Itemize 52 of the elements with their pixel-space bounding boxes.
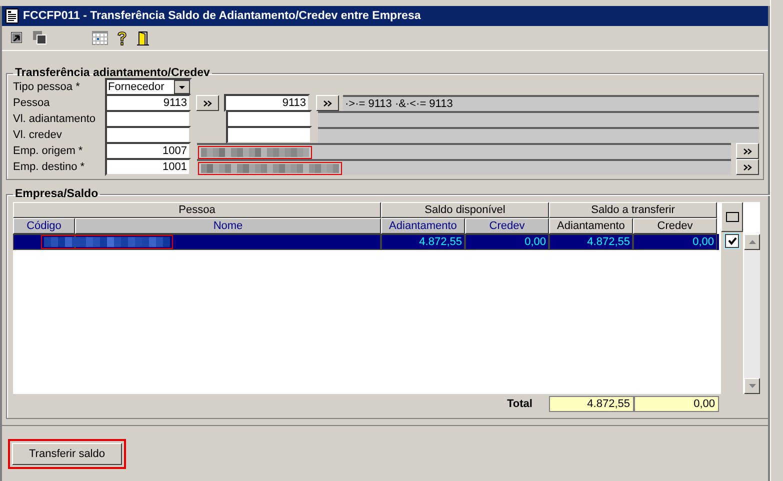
column-header[interactable]: Adiantamento bbox=[381, 218, 465, 234]
column-header[interactable]: Adiantamento bbox=[549, 218, 633, 234]
table-cell bbox=[13, 234, 75, 250]
down-arrow-icon bbox=[748, 384, 756, 388]
group-title: Transferência adiantamento/Credev bbox=[14, 67, 211, 79]
double-chevron-icon bbox=[203, 100, 212, 106]
dropdown-icon bbox=[174, 80, 190, 94]
lookup-button[interactable] bbox=[736, 159, 759, 175]
scroll-up-button[interactable] bbox=[744, 234, 760, 250]
up-arrow-icon bbox=[748, 240, 756, 244]
column-group-header: Pessoa bbox=[13, 202, 381, 218]
input-field[interactable]: 1001 bbox=[105, 158, 191, 176]
lookup-button[interactable] bbox=[316, 95, 339, 111]
input-field[interactable] bbox=[226, 126, 312, 144]
window-title: FCCFP011 - Transferência Saldo de Adiantamento/Credev entre Empresa bbox=[23, 10, 421, 22]
document-icon bbox=[5, 8, 19, 24]
group-title: Empresa/Saldo bbox=[14, 188, 100, 200]
column-header[interactable]: Credev bbox=[633, 218, 717, 234]
field-label: Pessoa bbox=[13, 97, 51, 109]
table-cell: 4.872,55 bbox=[381, 234, 465, 250]
transfer-button[interactable]: Transferir saldo bbox=[12, 442, 122, 464]
column-header[interactable]: Nome bbox=[75, 218, 381, 234]
field-label: Tipo pessoa * bbox=[13, 81, 81, 93]
column-header[interactable]: Código bbox=[13, 218, 75, 234]
column-group-header: Saldo disponível bbox=[381, 202, 549, 218]
lookup-button[interactable] bbox=[736, 143, 759, 159]
table-cell: 0,00 bbox=[633, 234, 717, 250]
lookup-button[interactable] bbox=[196, 95, 219, 111]
double-chevron-icon bbox=[743, 164, 752, 170]
table-cell: 0,00 bbox=[465, 234, 549, 250]
double-chevron-icon bbox=[323, 100, 332, 106]
field-label: Emp. origem * bbox=[13, 145, 84, 157]
total-label: Total bbox=[507, 398, 534, 410]
field-label: Vl. credev bbox=[13, 129, 63, 141]
table-cell: 4.872,55 bbox=[549, 234, 633, 250]
total-field: 0,00 bbox=[634, 396, 719, 412]
total-field: 4.872,55 bbox=[549, 396, 634, 412]
field-label: Vl. adiantamento bbox=[13, 113, 97, 125]
door-icon[interactable] bbox=[136, 30, 150, 46]
arrow-icon[interactable] bbox=[10, 31, 24, 45]
calendar-icon[interactable] bbox=[92, 31, 108, 45]
select-all-button[interactable] bbox=[721, 202, 743, 232]
checkbox[interactable] bbox=[725, 234, 739, 248]
help-icon[interactable] bbox=[116, 30, 128, 46]
field-label: Emp. destino * bbox=[13, 161, 86, 173]
column-group-header: Saldo a transferir bbox=[549, 202, 717, 218]
double-chevron-icon bbox=[743, 148, 752, 154]
windows-icon[interactable] bbox=[32, 31, 48, 45]
scroll-down-button[interactable] bbox=[744, 378, 760, 394]
column-header[interactable]: Credev bbox=[465, 218, 549, 234]
filter-field: ·>·= 9113 ·&·<·= 9113 bbox=[343, 95, 759, 111]
checkbox[interactable] bbox=[726, 212, 738, 222]
